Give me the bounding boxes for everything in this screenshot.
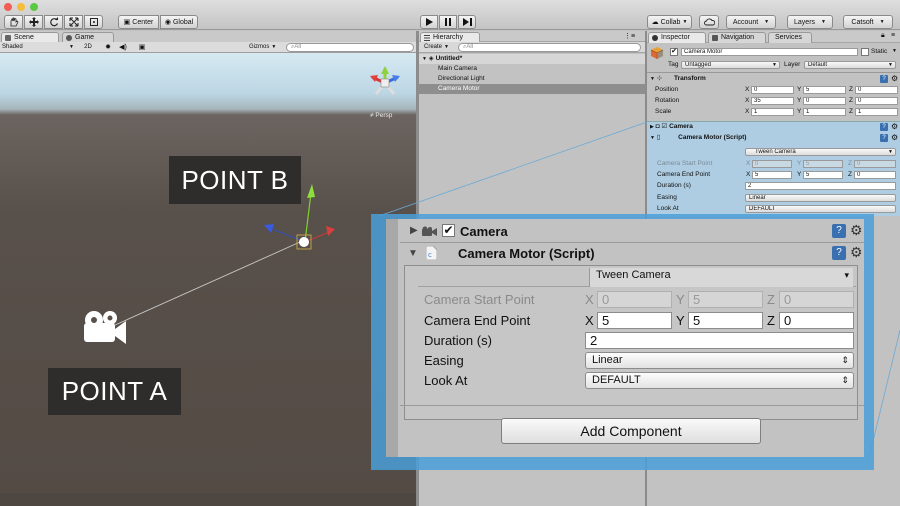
start-z-field: 0 (779, 291, 854, 308)
expand-arrow-icon[interactable]: ▼ (408, 248, 418, 259)
easing-dropdown[interactable]: Linear ⇕ (585, 352, 854, 369)
camera-start-point-label: Camera Start Point (424, 292, 535, 307)
zoom-motor-header[interactable]: ▼ c Camera Motor (Script) ? ⚙ (400, 243, 864, 265)
dropdown-arrows-icon: ⇕ (841, 355, 849, 365)
duration-field[interactable]: 2 (585, 332, 854, 349)
dropdown-arrow-icon: ▾ (844, 270, 849, 280)
duration-label: Duration (s) (424, 333, 492, 348)
z-axis-label: Z (767, 313, 775, 328)
easing-label: Easing (424, 353, 464, 368)
start-y-field: 5 (688, 291, 763, 308)
help-icon[interactable]: ? (832, 224, 846, 238)
zoom-camera-title: Camera (460, 224, 508, 239)
help-icon[interactable]: ? (832, 246, 846, 260)
y-axis-label: Y (676, 292, 685, 307)
svg-text:c: c (428, 251, 432, 259)
tween-script-value: Tween Camera (596, 269, 671, 281)
add-component-button[interactable]: Add Component (501, 418, 761, 444)
end-y-field[interactable]: 5 (688, 312, 763, 329)
zoom-left-shadow (386, 219, 398, 457)
expand-arrow-icon[interactable]: ▶ (410, 225, 418, 236)
zoom-motor-title: Camera Motor (Script) (458, 246, 595, 261)
x-axis-label: X (585, 292, 594, 307)
zoom-camera-header[interactable]: ▶ ✔ Camera ? ⚙ (400, 221, 864, 243)
camera-enabled-checkbox[interactable]: ✔ (442, 224, 455, 237)
end-x-field[interactable]: 5 (597, 312, 672, 329)
component-separator (400, 405, 864, 406)
dropdown-arrows-icon: ⇕ (841, 375, 849, 385)
script-file-icon: c (426, 246, 437, 260)
tween-script-dropdown[interactable]: Tween Camera ▾ (589, 268, 853, 287)
look-at-label: Look At (424, 373, 468, 388)
settings-gear-icon[interactable]: ⚙ (850, 244, 863, 261)
z-axis-label: Z (767, 292, 775, 307)
y-axis-label: Y (676, 313, 685, 328)
lookat-value: DEFAULT (592, 374, 641, 386)
start-x-field: 0 (597, 291, 672, 308)
camera-end-point-label: Camera End Point (424, 313, 531, 328)
zoom-callout: ▶ ✔ Camera ? ⚙ ▼ c Camera Motor (Script)… (386, 219, 864, 457)
end-z-field[interactable]: 0 (779, 312, 854, 329)
easing-value: Linear (592, 354, 623, 366)
settings-gear-icon[interactable]: ⚙ (850, 222, 863, 239)
x-axis-label: X (585, 313, 594, 328)
camera-component-icon (422, 226, 437, 236)
look-at-dropdown[interactable]: DEFAULT ⇕ (585, 372, 854, 389)
